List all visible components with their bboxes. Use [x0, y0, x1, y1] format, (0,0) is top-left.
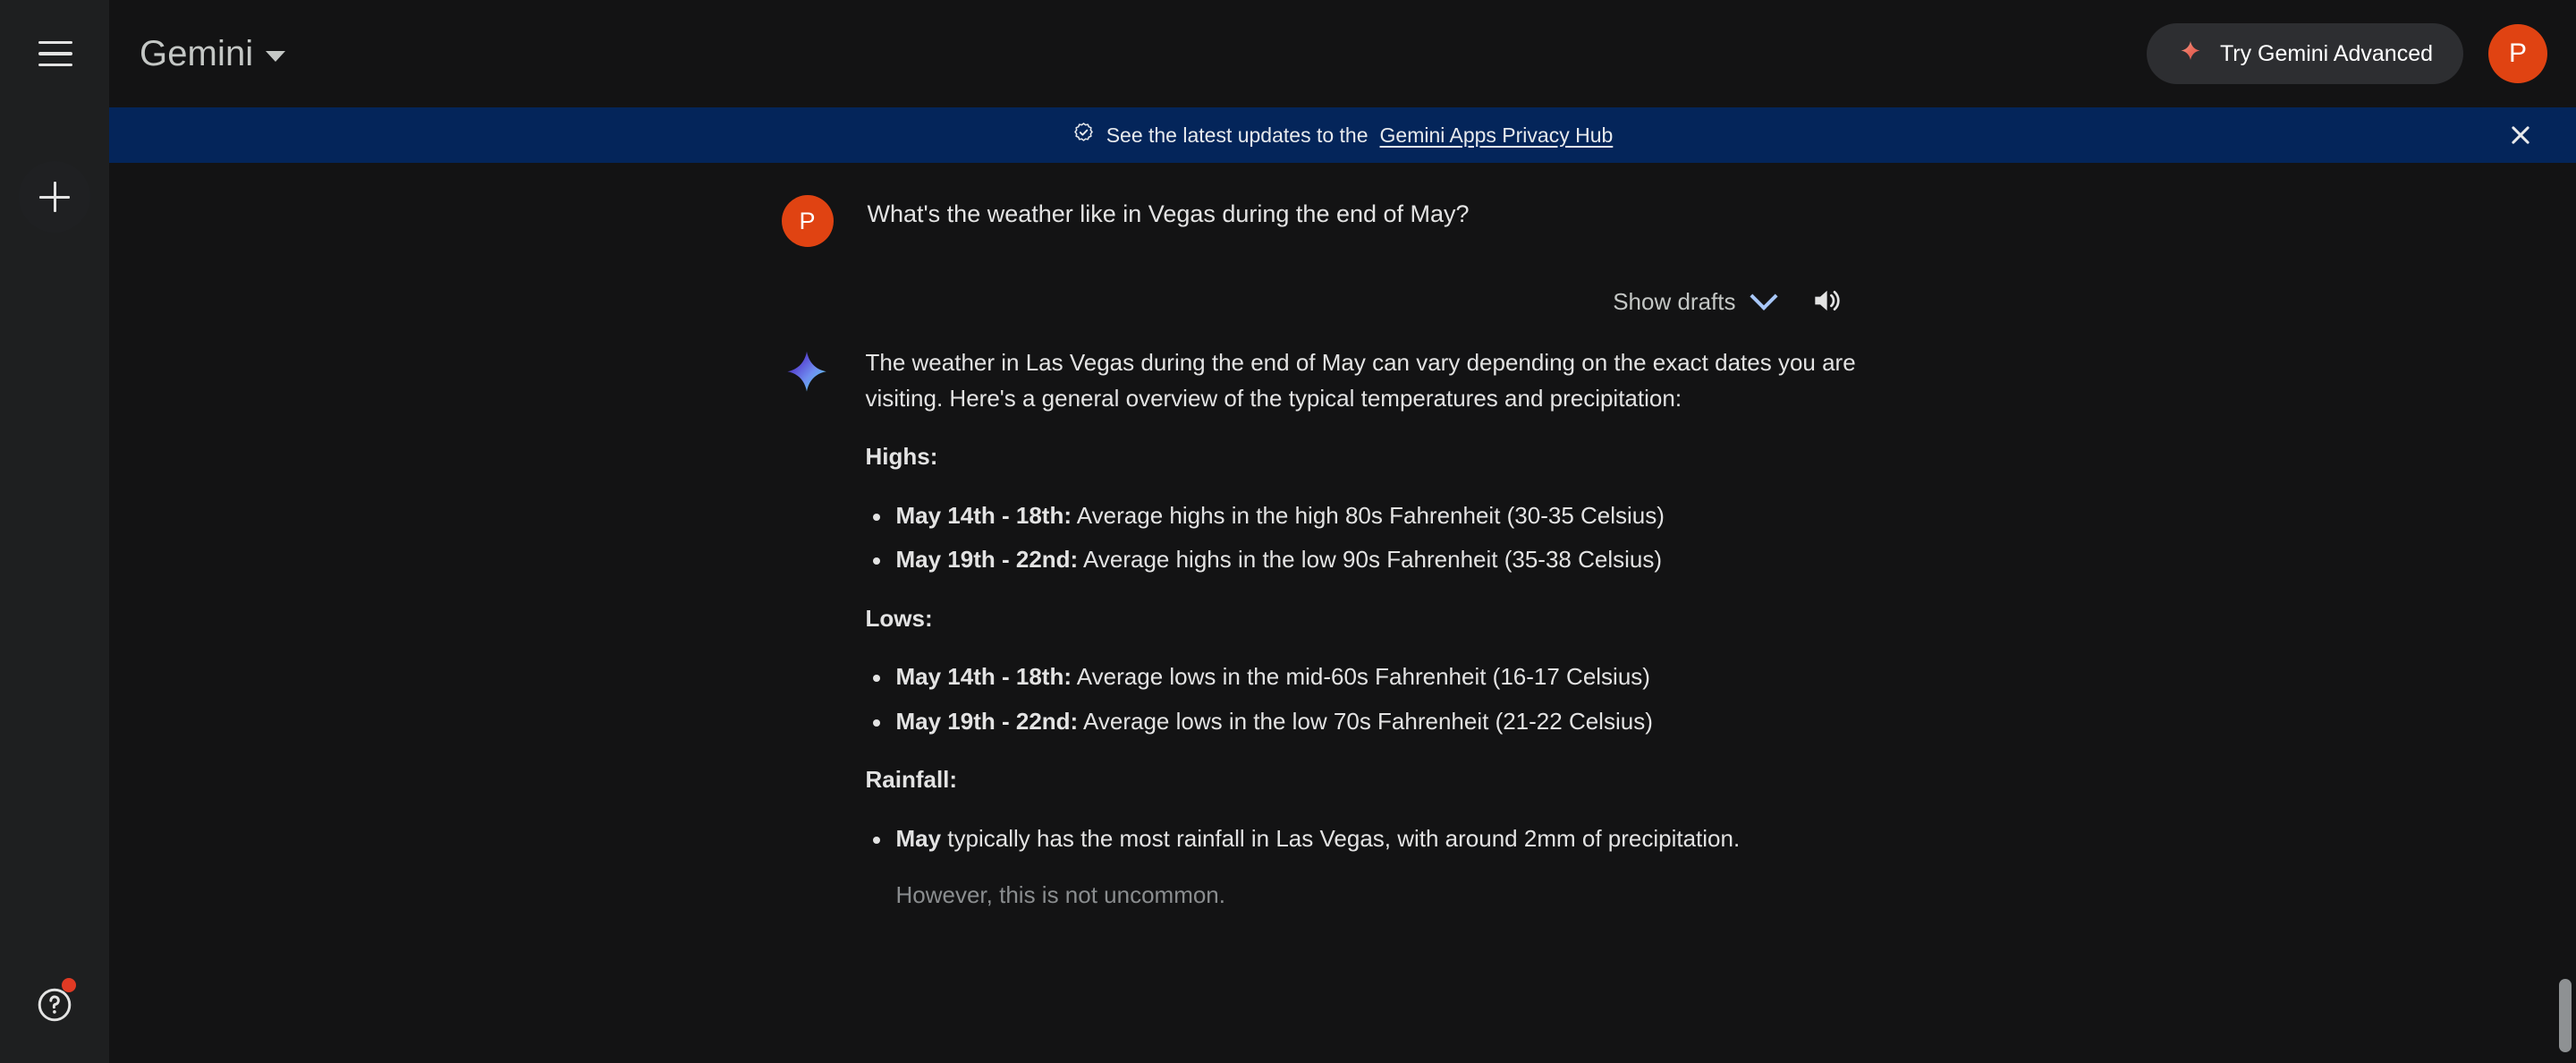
list-item-text: Average highs in the high 80s Fahrenheit…: [1072, 501, 1665, 529]
banner-text: See the latest updates to the: [1106, 123, 1368, 147]
list-item: May typically has the most rainfall in L…: [866, 821, 1877, 857]
top-bar-actions: Try Gemini Advanced P: [2146, 23, 2547, 84]
list-item-text: Average highs in the low 90s Fahrenheit …: [1078, 546, 1662, 574]
verified-badge-icon: [1072, 122, 1095, 149]
section-list-highs: May 14th - 18th: Average highs in the hi…: [866, 498, 1877, 578]
account-avatar[interactable]: P: [2488, 24, 2547, 83]
list-item: May 14th - 18th: Average highs in the hi…: [866, 498, 1877, 534]
conversation-scroll-area: P What's the weather like in Vegas durin…: [109, 163, 2576, 1063]
volume-speaker-icon: [1809, 284, 1843, 320]
gemini-sparkle-icon: [782, 349, 832, 399]
list-item-text: Average lows in the low 70s Fahrenheit (…: [1078, 707, 1653, 735]
plus-icon: [39, 182, 70, 212]
read-aloud-button[interactable]: [1806, 281, 1847, 322]
new-chat-button[interactable]: [19, 161, 90, 233]
list-item: May 19th - 22nd: Average lows in the low…: [866, 704, 1877, 740]
section-heading-highs: Highs:: [865, 443, 938, 471]
show-drafts-button[interactable]: Show drafts: [1609, 282, 1778, 321]
list-item-text: typically has the most rainfall in Las V…: [941, 824, 1741, 852]
show-drafts-label: Show drafts: [1613, 287, 1736, 315]
try-gemini-advanced-button[interactable]: Try Gemini Advanced: [2146, 23, 2463, 84]
section-heading-lows: Lows:: [865, 604, 933, 632]
conversation-content: P What's the weather like in Vegas durin…: [781, 163, 1904, 914]
answer-trailing-text: However, this is not uncommon.: [895, 881, 1226, 909]
answer-intro-paragraph: The weather in Las Vegas during the end …: [865, 349, 1856, 412]
list-item-label: May: [895, 824, 942, 852]
section-list-rainfall: May typically has the most rainfall in L…: [866, 821, 1877, 857]
banner-close-button[interactable]: [2503, 117, 2538, 153]
model-selector[interactable]: Gemini: [131, 29, 298, 79]
try-gemini-advanced-label: Try Gemini Advanced: [2219, 40, 2433, 66]
hamburger-menu-icon: [38, 41, 72, 66]
list-item: May 19th - 22nd: Average highs in the lo…: [866, 542, 1877, 578]
left-sidebar-rail: [0, 0, 109, 1063]
user-message-row: P What's the weather like in Vegas durin…: [781, 191, 1904, 247]
list-item-label: May 19th - 22nd:: [895, 707, 1079, 735]
list-item-label: May 14th - 18th:: [895, 663, 1072, 691]
sparkle-icon: [2177, 39, 2204, 69]
help-question-mark-icon: [36, 978, 76, 1024]
assistant-message-row: The weather in Las Vegas during the end …: [782, 345, 1904, 914]
response-controls: Show drafts: [782, 281, 1904, 322]
chevron-down-icon: [1749, 282, 1778, 310]
chevron-down-icon: [266, 50, 286, 62]
section-heading-rainfall: Rainfall:: [865, 766, 958, 794]
top-bar: Gemini Try Gemini Advanced P: [109, 0, 2576, 107]
privacy-hub-banner: See the latest updates to the Gemini App…: [109, 107, 2576, 163]
gemini-app-window: Gemini Try Gemini Advanced P See the lat…: [0, 0, 2576, 1063]
section-list-lows: May 14th - 18th: Average lows in the mid…: [866, 659, 1877, 739]
main-column: Gemini Try Gemini Advanced P See the lat…: [109, 0, 2576, 1063]
list-item-label: May 14th - 18th:: [895, 501, 1072, 529]
help-button[interactable]: [23, 974, 86, 1036]
assistant-message-body: The weather in Las Vegas during the end …: [866, 345, 1877, 914]
list-item-label: May 19th - 22nd:: [895, 546, 1079, 574]
page-title: Gemini: [140, 34, 254, 73]
list-item-text: Average lows in the mid-60s Fahrenheit (…: [1072, 663, 1650, 691]
scrollbar[interactable]: [2556, 163, 2576, 1063]
help-notification-dot: [62, 978, 76, 992]
banner-content: See the latest updates to the Gemini App…: [1072, 122, 1614, 149]
avatar: P: [781, 195, 834, 247]
user-message-text: What's the weather like in Vegas during …: [867, 200, 1470, 227]
close-x-icon: [2509, 123, 2532, 147]
scrollbar-thumb[interactable]: [2559, 979, 2572, 1052]
privacy-hub-link[interactable]: Gemini Apps Privacy Hub: [1380, 123, 1614, 148]
main-menu-button[interactable]: [21, 20, 89, 88]
list-item: May 14th - 18th: Average lows in the mid…: [866, 659, 1877, 695]
